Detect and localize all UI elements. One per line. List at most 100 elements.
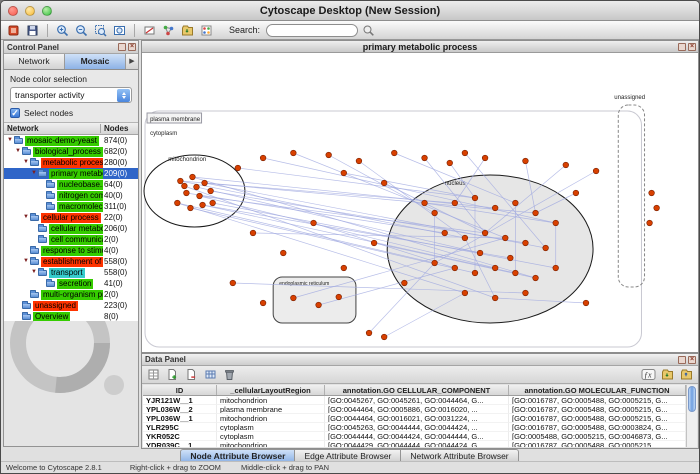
hide-selected-icon[interactable] bbox=[141, 22, 158, 38]
tree-row[interactable]: ▼primary metabolic...209(0) bbox=[4, 168, 138, 179]
create-attribute-icon[interactable] bbox=[164, 367, 181, 383]
graph-node[interactable] bbox=[250, 230, 256, 236]
graph-node[interactable] bbox=[194, 184, 200, 190]
tree-row[interactable]: response to stimul...4(0) bbox=[4, 245, 138, 256]
graph-node[interactable] bbox=[472, 195, 478, 201]
graph-node[interactable] bbox=[184, 190, 190, 196]
graph-node[interactable] bbox=[341, 170, 347, 176]
search-input[interactable] bbox=[266, 24, 358, 37]
zoom-fit-icon[interactable] bbox=[111, 22, 128, 38]
select-nodes-checkbox[interactable]: ✓ bbox=[10, 108, 20, 118]
graph-node[interactable] bbox=[553, 265, 559, 271]
column-header[interactable]: ID bbox=[143, 385, 217, 395]
save-session-icon[interactable] bbox=[24, 22, 41, 38]
attribute-dropdown[interactable]: transporter activity bbox=[10, 87, 132, 103]
expand-toggle-icon[interactable]: ▼ bbox=[6, 135, 14, 146]
table-row[interactable]: YDR039C__1mitochondrion[GO:0044429, GO:0… bbox=[143, 441, 687, 447]
expand-toggle-icon[interactable]: ▼ bbox=[30, 267, 38, 278]
tree-row[interactable]: ▼biological_process682(0) bbox=[4, 146, 138, 157]
graph-node[interactable] bbox=[422, 200, 428, 206]
expand-toggle-icon[interactable]: ▼ bbox=[14, 146, 22, 157]
graph-node[interactable] bbox=[593, 168, 599, 174]
graph-node[interactable] bbox=[647, 220, 653, 226]
graph-node[interactable] bbox=[482, 155, 488, 161]
new-session-icon[interactable] bbox=[5, 22, 22, 38]
import-attributes-icon[interactable] bbox=[659, 367, 676, 383]
zoom-window-button[interactable] bbox=[42, 6, 52, 16]
table-row[interactable]: YPL036W__1mitochondrion[GO:0044464, GO:0… bbox=[143, 414, 687, 423]
graph-node[interactable] bbox=[452, 200, 458, 206]
graph-node[interactable] bbox=[341, 265, 347, 271]
vizmapper-icon[interactable] bbox=[198, 22, 215, 38]
graph-node[interactable] bbox=[432, 210, 438, 216]
graph-node[interactable] bbox=[356, 158, 362, 164]
graph-node[interactable] bbox=[291, 150, 297, 156]
column-header[interactable]: _cellularLayoutRegion bbox=[217, 385, 325, 395]
graph-node[interactable] bbox=[649, 190, 655, 196]
tree-row[interactable]: secretion41(0) bbox=[4, 278, 138, 289]
graph-node[interactable] bbox=[208, 188, 214, 194]
graph-node[interactable] bbox=[472, 270, 478, 276]
graph-node[interactable] bbox=[502, 235, 508, 241]
table-row[interactable]: YLR295Ccytoplasm[GO:0045263, GO:0044444,… bbox=[143, 423, 687, 432]
graph-node[interactable] bbox=[326, 152, 332, 158]
close-window-button[interactable] bbox=[8, 6, 18, 16]
expand-toggle-icon[interactable]: ▼ bbox=[22, 256, 30, 267]
expand-toggle-icon[interactable]: ▼ bbox=[30, 168, 38, 179]
titlebar[interactable]: Cytoscape Desktop (New Session) bbox=[1, 1, 699, 21]
graph-node[interactable] bbox=[442, 230, 448, 236]
tree-row[interactable]: cell communicati...2(0) bbox=[4, 234, 138, 245]
graph-node[interactable] bbox=[523, 158, 529, 164]
graph-node[interactable] bbox=[202, 180, 208, 186]
scrollbar-thumb[interactable] bbox=[688, 386, 696, 412]
graph-node[interactable] bbox=[523, 240, 529, 246]
graph-node[interactable] bbox=[543, 245, 549, 251]
graph-node[interactable] bbox=[452, 265, 458, 271]
tree-row[interactable]: ▼metabolic process280(0) bbox=[4, 157, 138, 168]
tree-row[interactable]: ▼cellular process22(0) bbox=[4, 212, 138, 223]
export-attributes-icon[interactable] bbox=[678, 367, 695, 383]
tree-row[interactable]: cellular metaboli...206(0) bbox=[4, 223, 138, 234]
graph-node[interactable] bbox=[190, 174, 196, 180]
expand-toggle-icon[interactable]: ▼ bbox=[22, 157, 30, 168]
graph-node[interactable] bbox=[462, 235, 468, 241]
float-view-icon[interactable] bbox=[678, 43, 686, 51]
graph-node[interactable] bbox=[210, 200, 216, 206]
graph-node[interactable] bbox=[291, 295, 297, 301]
import-network-icon[interactable] bbox=[179, 22, 196, 38]
table-row[interactable]: YJR121W__1mitochondrion[GO:0045267, GO:0… bbox=[143, 396, 687, 405]
graph-node[interactable] bbox=[280, 250, 286, 256]
graph-node[interactable] bbox=[391, 150, 397, 156]
network-view-titlebar[interactable]: primary metabolic process × bbox=[142, 41, 698, 53]
graph-node[interactable] bbox=[462, 150, 468, 156]
attribute-grid-icon[interactable] bbox=[202, 367, 219, 383]
zoom-selected-icon[interactable] bbox=[92, 22, 109, 38]
table-row[interactable]: YKR052Ccytoplasm[GO:0044444, GO:0044424,… bbox=[143, 432, 687, 441]
graph-node[interactable] bbox=[583, 300, 589, 306]
graph-node[interactable] bbox=[235, 165, 241, 171]
graph-node[interactable] bbox=[402, 280, 408, 286]
close-view-icon[interactable]: × bbox=[688, 43, 696, 51]
graph-node[interactable] bbox=[553, 220, 559, 226]
graph-node[interactable] bbox=[507, 255, 513, 261]
graph-node[interactable] bbox=[513, 270, 519, 276]
select-nodes-row[interactable]: ✓ Select nodes bbox=[4, 105, 138, 119]
graph-node[interactable] bbox=[188, 205, 194, 211]
attribute-table[interactable]: ID_cellularLayoutRegionannotation.GO CEL… bbox=[143, 385, 687, 447]
graph-node[interactable] bbox=[174, 200, 180, 206]
graph-node[interactable] bbox=[422, 155, 428, 161]
search-options-icon[interactable] bbox=[360, 22, 377, 38]
tab-network[interactable]: Network bbox=[4, 54, 65, 69]
graph-node[interactable] bbox=[432, 260, 438, 266]
tree-row[interactable]: nitrogen compou...40(0) bbox=[4, 190, 138, 201]
graph-node[interactable] bbox=[178, 178, 184, 184]
graph-node[interactable] bbox=[260, 155, 266, 161]
expand-toggle-icon[interactable]: ▼ bbox=[22, 212, 30, 223]
select-attributes-icon[interactable] bbox=[145, 367, 162, 383]
table-scrollbar[interactable] bbox=[686, 385, 697, 447]
network-canvas[interactable]: plasma membranecytoplasmmitochondrionnuc… bbox=[142, 53, 698, 352]
graph-node[interactable] bbox=[513, 200, 519, 206]
float-data-panel-icon[interactable] bbox=[678, 356, 686, 364]
tree-row[interactable]: ▼establishment of lo...558(0) bbox=[4, 256, 138, 267]
graph-node[interactable] bbox=[260, 300, 266, 306]
